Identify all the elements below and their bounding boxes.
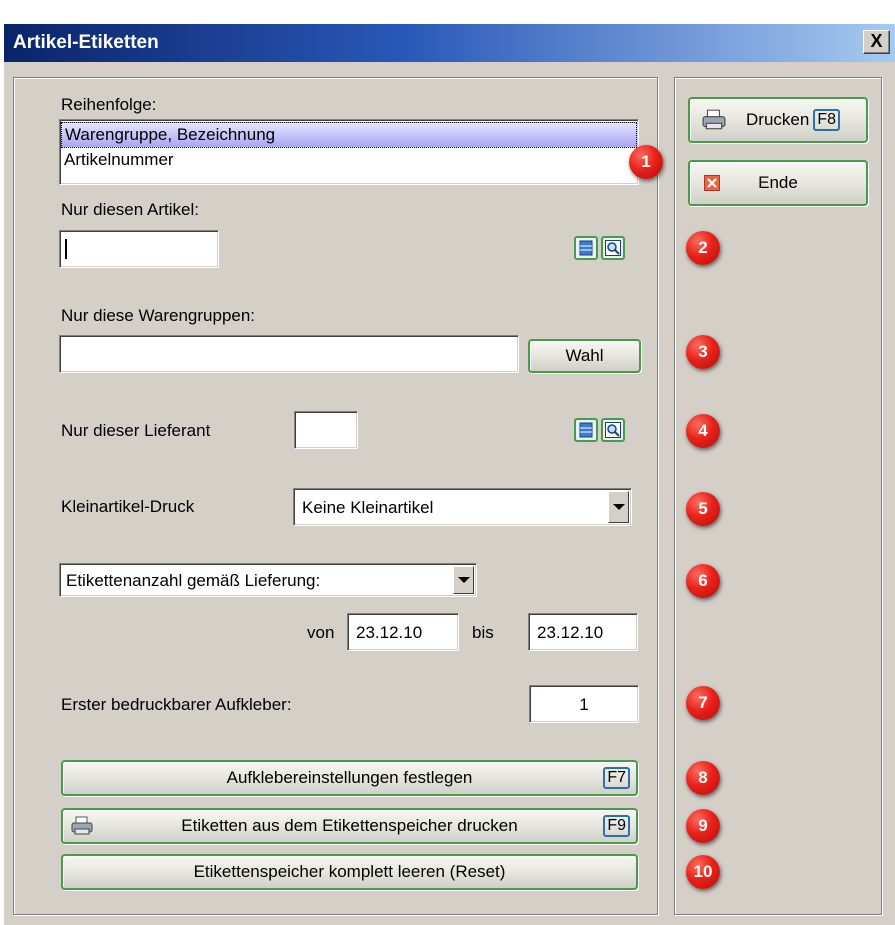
badge-5: 5 xyxy=(686,492,720,526)
count-select-value: Etikettenanzahl gemäß Lieferung: xyxy=(66,571,321,590)
badge-2: 2 xyxy=(686,231,720,265)
list-icon xyxy=(579,422,593,438)
list-icon xyxy=(579,240,593,256)
order-listbox[interactable]: Warengruppe, Bezeichnung Artikelnummer xyxy=(59,119,639,185)
first-sticker-value: 1 xyxy=(579,695,589,714)
groups-input[interactable] xyxy=(59,335,519,373)
first-sticker-input[interactable]: 1 xyxy=(529,685,639,723)
print-memory-button[interactable]: Etiketten aus dem Etikettenspeicher druc… xyxy=(61,808,638,844)
printer-icon xyxy=(702,109,726,130)
article-search-button[interactable] xyxy=(601,236,625,260)
to-label: bis xyxy=(472,623,494,642)
small-select[interactable]: Keine Kleinartikel xyxy=(293,488,632,526)
supplier-label: Nur dieser Lieferant xyxy=(61,421,211,440)
small-label: Kleinartikel-Druck xyxy=(61,497,195,516)
order-label: Reihenfolge: xyxy=(61,95,157,114)
supplier-search-button[interactable] xyxy=(601,418,625,442)
supplier-list-button[interactable] xyxy=(574,418,598,442)
to-date-value: 23.12.10 xyxy=(537,623,604,642)
supplier-input[interactable] xyxy=(294,411,358,449)
order-option-artikelnummer[interactable]: Artikelnummer xyxy=(61,148,637,172)
badge-6: 6 xyxy=(686,564,720,598)
article-list-button[interactable] xyxy=(574,236,598,260)
first-label: Erster bedruckbarer Aufkleber: xyxy=(61,695,292,714)
print-memory-key-badge: F9 xyxy=(603,815,630,837)
print-button-label: Drucken xyxy=(746,110,810,129)
groups-choose-button[interactable]: Wahl xyxy=(528,339,641,373)
printer-icon xyxy=(71,816,93,835)
badge-3: 3 xyxy=(686,335,720,369)
print-memory-button-label: Etiketten aus dem Etikettenspeicher druc… xyxy=(181,816,518,835)
magnifier-icon xyxy=(605,422,621,438)
count-select[interactable]: Etikettenanzahl gemäß Lieferung: xyxy=(59,563,477,597)
title-bar[interactable]: Artikel-Etiketten X xyxy=(4,24,895,62)
groups-label: Nur diese Warengruppen: xyxy=(61,306,256,325)
small-select-dropdown-icon[interactable] xyxy=(608,491,629,523)
badge-10: 10 xyxy=(686,855,720,889)
badge-9: 9 xyxy=(686,809,720,843)
settings-button[interactable]: Aufklebereinstellungen festlegen F7 xyxy=(61,760,638,796)
end-button[interactable]: Ende xyxy=(688,160,868,206)
article-input[interactable] xyxy=(59,230,219,268)
print-key-badge: F8 xyxy=(813,109,840,131)
badge-4: 4 xyxy=(686,414,720,448)
end-button-label: Ende xyxy=(758,173,798,192)
badge-8: 8 xyxy=(686,761,720,795)
article-label: Nur diesen Artikel: xyxy=(61,200,199,219)
from-label: von xyxy=(307,623,335,642)
small-select-value: Keine Kleinartikel xyxy=(302,498,434,517)
to-date-input[interactable]: 23.12.10 xyxy=(528,613,638,651)
window-title: Artikel-Etiketten xyxy=(13,32,159,53)
from-date-input[interactable]: 23.12.10 xyxy=(347,613,459,651)
top-margin xyxy=(4,0,895,24)
count-select-dropdown-icon[interactable] xyxy=(453,566,474,594)
print-button[interactable]: Drucken F8 xyxy=(688,97,868,143)
reset-button[interactable]: Etikettenspeicher komplett leeren (Reset… xyxy=(61,854,638,890)
from-date-value: 23.12.10 xyxy=(356,623,423,642)
settings-key-badge: F7 xyxy=(603,767,630,789)
close-button[interactable]: X xyxy=(863,30,890,54)
order-option-warengruppe[interactable]: Warengruppe, Bezeichnung xyxy=(61,122,637,148)
dialog-window: Artikel-Etiketten X Reihenfolge: Warengr… xyxy=(3,0,895,925)
close-icon xyxy=(704,175,720,191)
text-caret xyxy=(65,239,67,259)
magnifier-icon xyxy=(605,240,621,256)
badge-1: 1 xyxy=(629,145,663,179)
settings-button-label: Aufklebereinstellungen festlegen xyxy=(226,768,473,787)
badge-7: 7 xyxy=(686,686,720,720)
